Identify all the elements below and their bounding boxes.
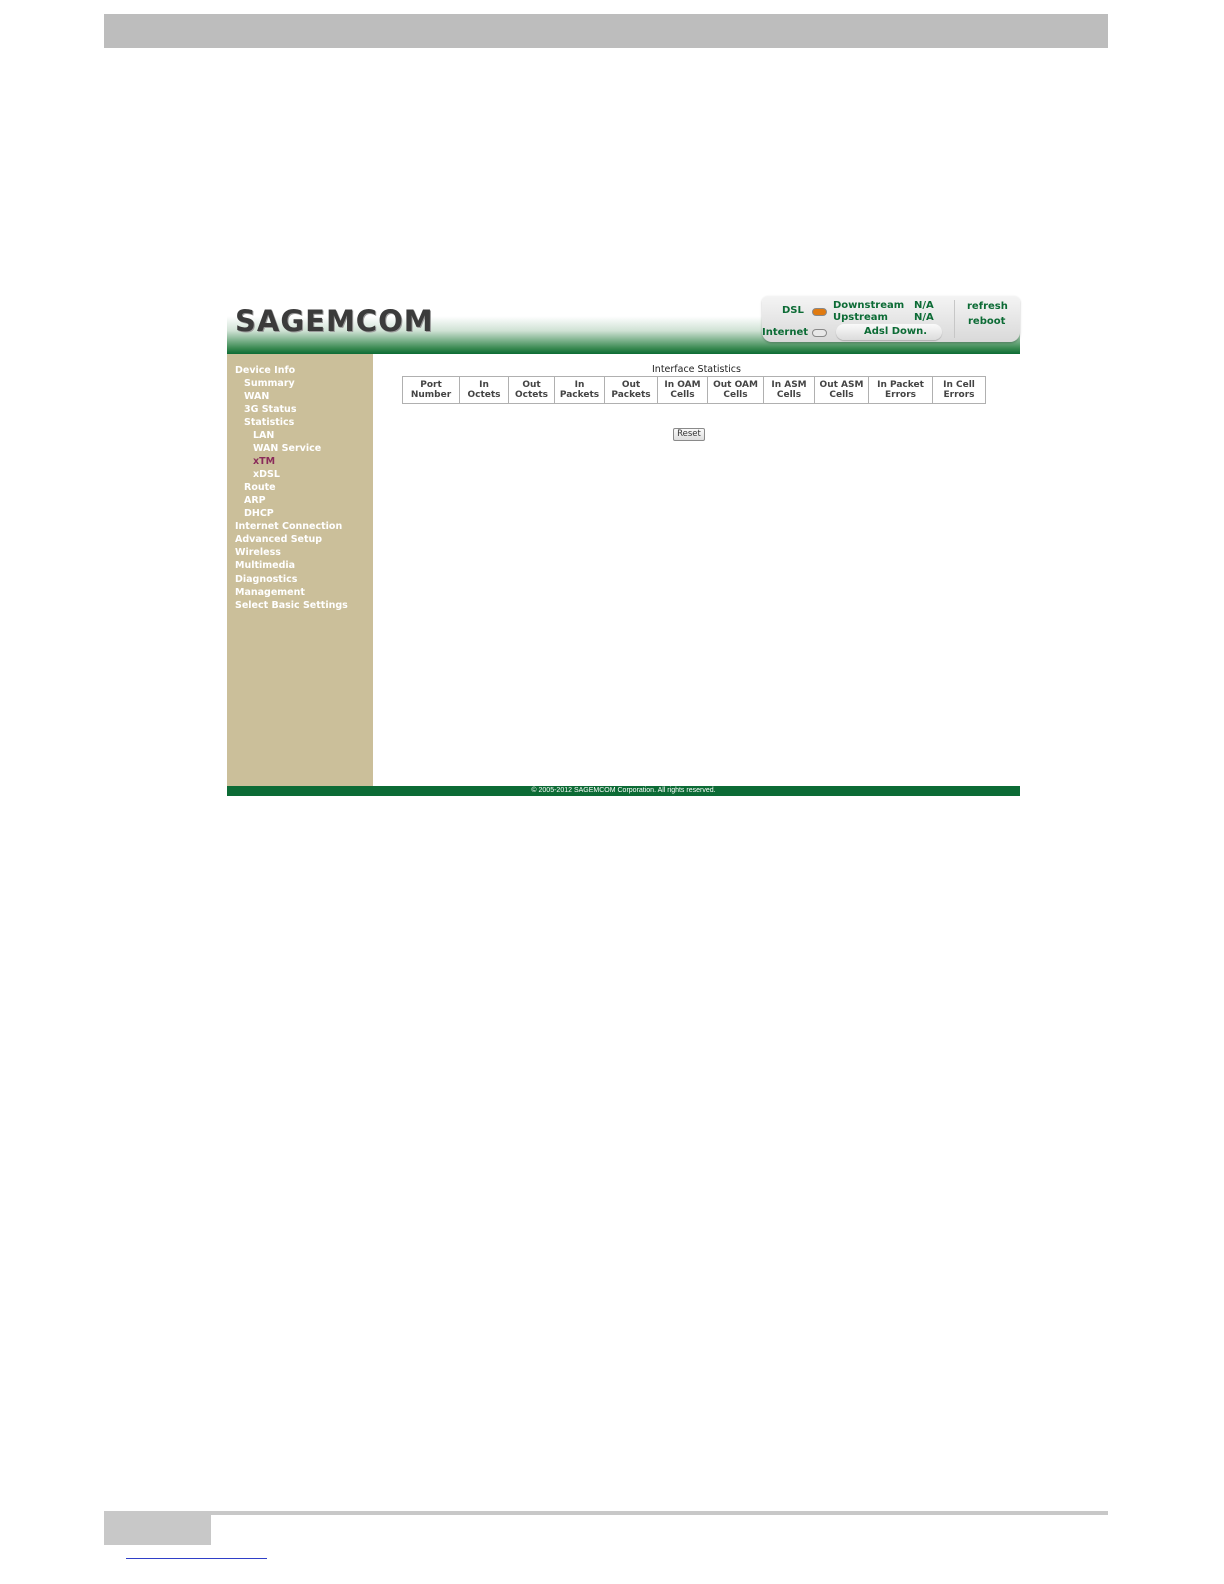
- internet-led-icon: [812, 329, 827, 337]
- sidebar-item-route[interactable]: Route: [244, 482, 276, 493]
- sidebar-item-management[interactable]: Management: [235, 587, 305, 598]
- column-header: In Packet Errors: [868, 376, 933, 404]
- internet-label: Internet: [762, 327, 809, 338]
- main-content: Interface Statistics Port Number In Octets…: [373, 354, 1020, 786]
- sidebar-item-statistics[interactable]: Statistics: [244, 417, 294, 428]
- brand-logo: SAGEMCOM: [235, 304, 434, 338]
- sidebar-item-xtm[interactable]: xTM: [253, 456, 275, 467]
- footer-copyright: © 2005-2012 SAGEMCOM Corporation. All ri…: [227, 786, 1020, 796]
- sidebar-item-lan[interactable]: LAN: [253, 430, 274, 441]
- sidebar-item-dhcp[interactable]: DHCP: [244, 508, 274, 519]
- sidebar-item-arp[interactable]: ARP: [244, 495, 266, 506]
- sidebar-item-summary[interactable]: Summary: [244, 378, 295, 389]
- refresh-button[interactable]: refresh: [967, 301, 1008, 312]
- document-link-underline: [126, 1558, 267, 1559]
- upstream-label: Upstream: [833, 312, 888, 323]
- sidebar-item-internet-connection[interactable]: Internet Connection: [235, 521, 342, 532]
- column-header: Out ASM Cells: [814, 376, 869, 404]
- dsl-label: DSL: [782, 305, 804, 316]
- adsl-status-text: Adsl Down.: [864, 326, 928, 337]
- adsl-status-pill: Adsl Down.: [836, 324, 942, 340]
- dsl-led-icon: [812, 308, 827, 316]
- column-header: Out Packets: [604, 376, 658, 404]
- column-header: Port Number: [402, 376, 460, 404]
- sidebar-item-3g-status[interactable]: 3G Status: [244, 404, 296, 415]
- sidebar-item-wan-service[interactable]: WAN Service: [253, 443, 321, 454]
- column-header: Out OAM Cells: [707, 376, 764, 404]
- sidebar-item-xdsl[interactable]: xDSL: [253, 469, 280, 480]
- column-header: In Cell Errors: [932, 376, 986, 404]
- column-header: In Packets: [554, 376, 605, 404]
- sidebar-item-device-info[interactable]: Device Info: [235, 365, 295, 376]
- divider: [954, 300, 955, 338]
- page-title: Interface Statistics: [652, 364, 741, 375]
- sidebar-item-multimedia[interactable]: Multimedia: [235, 560, 295, 571]
- sidebar-item-wan[interactable]: WAN: [244, 391, 269, 402]
- header: SAGEMCOM DSL Downstream N/A Upstream N/A…: [227, 296, 1020, 354]
- sidebar-item-wireless[interactable]: Wireless: [235, 547, 281, 558]
- upstream-value: N/A: [914, 312, 934, 323]
- downstream-label: Downstream: [833, 300, 905, 311]
- sidebar-item-advanced-setup[interactable]: Advanced Setup: [235, 534, 322, 545]
- reboot-button[interactable]: reboot: [968, 316, 1005, 327]
- document-page-number-block: [104, 1511, 211, 1545]
- sidebar-nav: Device Info Summary WAN 3G Status Statis…: [227, 354, 373, 786]
- connection-status-panel: DSL Downstream N/A Upstream N/A Internet…: [762, 296, 1020, 342]
- column-header: In Octets: [459, 376, 509, 404]
- sidebar-item-diagnostics[interactable]: Diagnostics: [235, 574, 297, 585]
- column-header: Out Octets: [508, 376, 555, 404]
- interface-statistics-table: Port Number In Octets Out Octets In Packets …: [402, 376, 986, 404]
- document-header-bar: [104, 14, 1108, 48]
- column-header: In ASM Cells: [763, 376, 815, 404]
- table-header-row: Port Number In Octets Out Octets In Packets …: [402, 376, 986, 404]
- column-header: In OAM Cells: [657, 376, 708, 404]
- downstream-value: N/A: [914, 300, 934, 311]
- sidebar-item-select-basic-settings[interactable]: Select Basic Settings: [235, 600, 348, 611]
- router-web-ui: SAGEMCOM DSL Downstream N/A Upstream N/A…: [227, 296, 1020, 796]
- document-footer-rule: [104, 1511, 1108, 1515]
- reset-button[interactable]: Reset: [673, 428, 705, 441]
